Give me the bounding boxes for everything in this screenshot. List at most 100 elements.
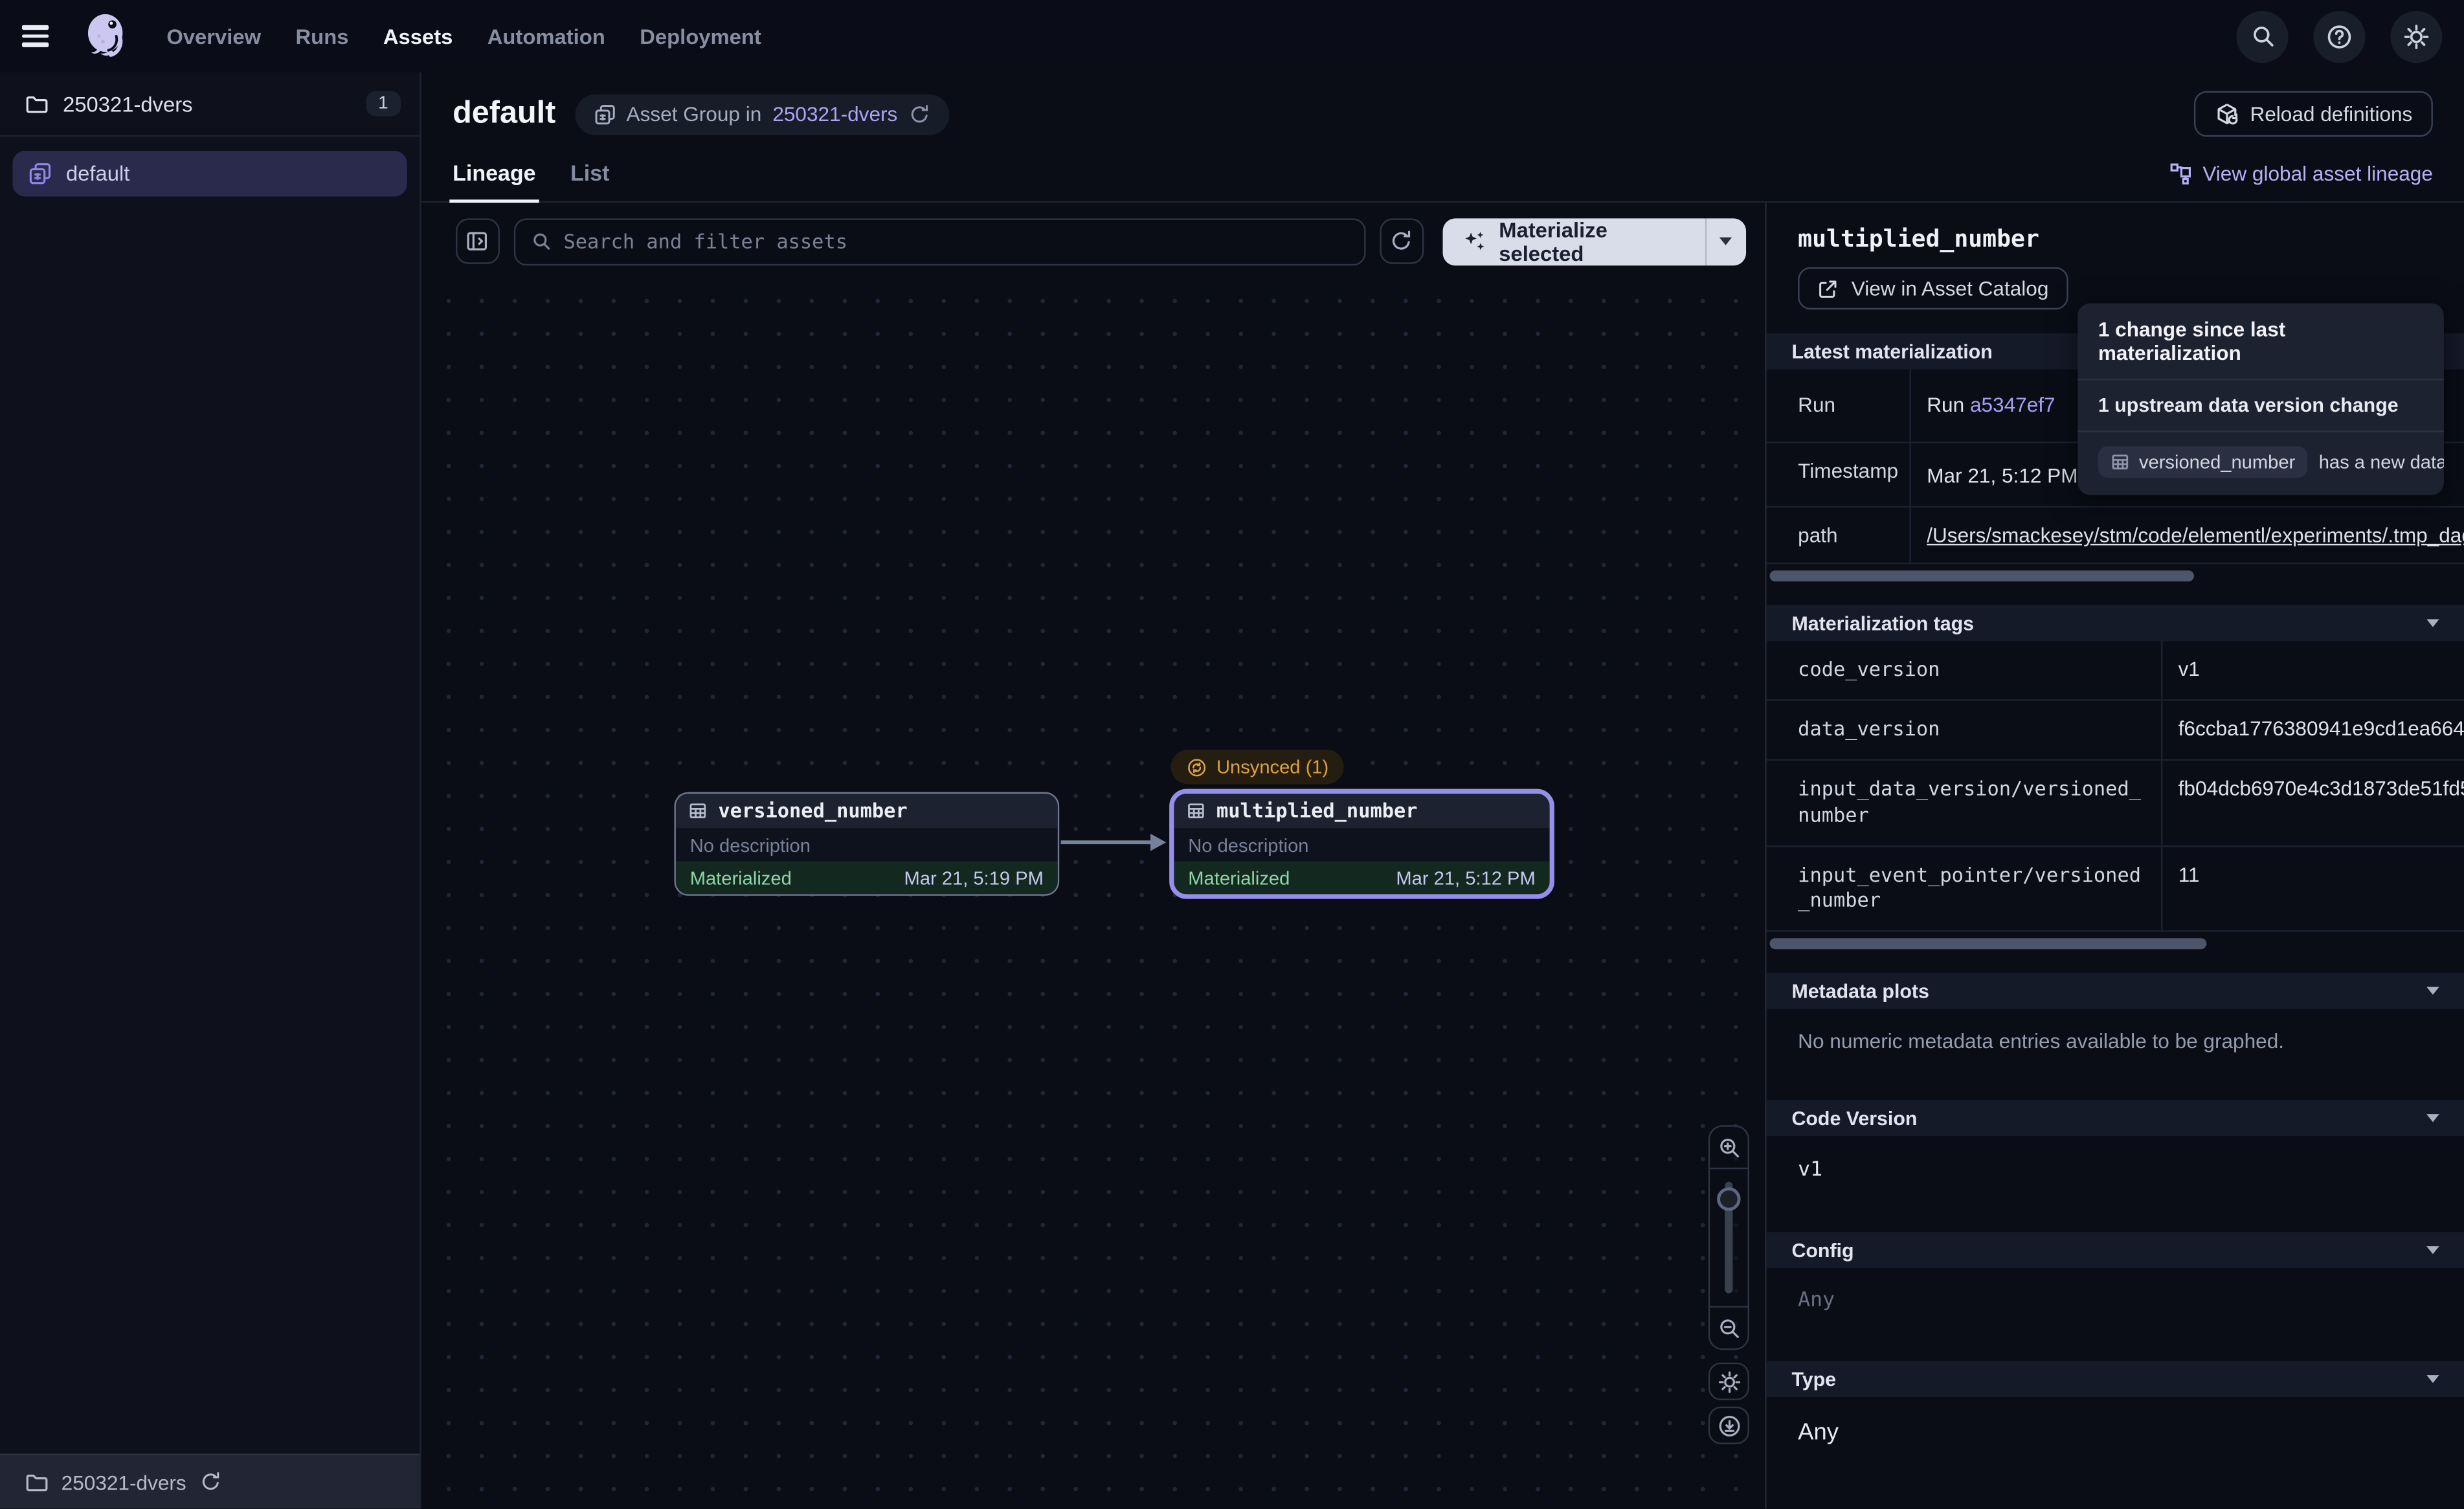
lineage-edge bbox=[1059, 830, 1169, 855]
zoom-controls bbox=[1708, 1125, 1749, 1350]
row-key: code_version bbox=[1767, 641, 2163, 699]
section-materialization-tags[interactable]: Materialization tags bbox=[1767, 605, 2464, 642]
gear-icon bbox=[1717, 1370, 1740, 1393]
type-value: Any bbox=[1767, 1398, 2464, 1471]
asset-group-badge[interactable]: Asset Group in 250321-dvers bbox=[574, 93, 949, 134]
zoom-slider[interactable] bbox=[1710, 1168, 1747, 1308]
search-input[interactable] bbox=[564, 229, 1349, 252]
sync-status-icon bbox=[1187, 757, 1207, 777]
view-in-catalog-label: View in Asset Catalog bbox=[1852, 276, 2049, 300]
node-title: versioned_number bbox=[718, 798, 907, 822]
tab-list[interactable]: List bbox=[570, 161, 609, 201]
main-area: default Asset Group in 250321-dvers bbox=[421, 73, 2464, 1509]
nav-item-automation[interactable]: Automation bbox=[487, 25, 605, 48]
row-value: f6ccba1776380941e9cd1ea66481d bbox=[2162, 700, 2464, 759]
table-row: code_version v1 bbox=[1767, 641, 2464, 700]
unsynced-badge[interactable]: Unsynced (1) bbox=[1171, 750, 1345, 784]
asset-node-versioned-number[interactable]: versioned_number No description Material… bbox=[674, 792, 1059, 896]
menu-icon[interactable] bbox=[22, 19, 56, 53]
materialize-dropdown-toggle[interactable] bbox=[1706, 218, 1746, 265]
nav-item-overview[interactable]: Overview bbox=[166, 25, 261, 48]
chevron-down-icon bbox=[2426, 1247, 2439, 1255]
chevron-down-icon bbox=[1719, 238, 1732, 245]
row-key: Timestamp bbox=[1767, 443, 1911, 506]
nav-item-runs[interactable]: Runs bbox=[296, 25, 349, 48]
section-type[interactable]: Type bbox=[1767, 1361, 2464, 1398]
asset-group-icon bbox=[594, 103, 616, 125]
download-graph-button[interactable] bbox=[1708, 1407, 1749, 1444]
nav-item-deployment[interactable]: Deployment bbox=[640, 25, 761, 48]
row-key: input_event_pointer/versioned_number bbox=[1767, 846, 2163, 930]
table-row: input_event_pointer/versioned_number 11 bbox=[1767, 846, 2464, 932]
horizontal-scrollbar[interactable] bbox=[1769, 570, 2193, 581]
code-version-value: v1 bbox=[1767, 1137, 2464, 1209]
zoom-slider-thumb[interactable] bbox=[1717, 1187, 1740, 1211]
table-icon bbox=[2111, 453, 2129, 471]
sidebar: 250321-dvers 1 default 250321-dvers bbox=[0, 73, 421, 1509]
zoom-out-button[interactable] bbox=[1710, 1308, 1747, 1348]
section-code-version[interactable]: Code Version bbox=[1767, 1101, 2464, 1137]
panel-asset-title: multiplied_number bbox=[1767, 203, 2464, 253]
download-icon bbox=[1717, 1414, 1740, 1437]
unsynced-label: Unsynced (1) bbox=[1216, 756, 1328, 778]
tooltip-subtitle: 1 upstream data version change bbox=[2098, 394, 2424, 416]
path-link[interactable]: /Users/smackesey/stm/code/elementl/exper… bbox=[1927, 523, 2464, 546]
view-in-asset-catalog-button[interactable]: View in Asset Catalog bbox=[1798, 267, 2067, 310]
graph-settings-button[interactable] bbox=[1708, 1363, 1749, 1400]
materialize-selected-button[interactable]: Materialize selected bbox=[1442, 218, 1746, 265]
reload-definitions-button[interactable]: Reload definitions bbox=[2193, 91, 2433, 137]
panel-expand-icon bbox=[465, 229, 489, 252]
table-row: data_version f6ccba1776380941e9cd1ea6648… bbox=[1767, 700, 2464, 760]
sidebar-item-default[interactable]: default bbox=[12, 151, 407, 196]
node-title: multiplied_number bbox=[1216, 798, 1418, 822]
table-row: path /Users/smackesey/stm/code/elementl/… bbox=[1767, 508, 2464, 564]
sidebar-group-250321-dvers[interactable]: 250321-dvers 1 bbox=[0, 73, 420, 137]
sidebar-footer[interactable]: 250321-dvers bbox=[0, 1454, 420, 1509]
refresh-assets-button[interactable] bbox=[1380, 218, 1424, 263]
section-heading: Config bbox=[1791, 1240, 2426, 1262]
materialize-label: Materialize selected bbox=[1499, 218, 1684, 265]
settings-button[interactable] bbox=[2390, 10, 2442, 62]
refresh-icon[interactable] bbox=[199, 1471, 221, 1493]
refresh-icon[interactable] bbox=[908, 103, 930, 125]
lineage-graph-icon bbox=[2168, 162, 2191, 185]
view-global-asset-lineage-link[interactable]: View global asset lineage bbox=[2168, 162, 2433, 201]
chevron-down-icon bbox=[2426, 1115, 2439, 1123]
reload-cube-icon bbox=[2214, 102, 2239, 127]
run-link[interactable]: a5347ef7 bbox=[1970, 393, 2055, 416]
collapse-panel-button[interactable] bbox=[456, 218, 499, 263]
row-value: v1 bbox=[2162, 641, 2464, 699]
sidebar-group-label: 250321-dvers bbox=[63, 92, 352, 115]
row-key: data_version bbox=[1767, 700, 2163, 759]
top-nav: Overview Runs Assets Automation Deployme… bbox=[0, 0, 2464, 73]
help-button[interactable] bbox=[2313, 10, 2365, 62]
search-button[interactable] bbox=[2236, 10, 2288, 62]
asset-chip-label: versioned_number bbox=[2139, 451, 2295, 473]
dagster-logo[interactable] bbox=[78, 10, 132, 63]
section-heading: Materialization tags bbox=[1791, 612, 2426, 634]
horizontal-scrollbar[interactable] bbox=[1769, 939, 2206, 950]
node-status: Materialized bbox=[690, 867, 792, 889]
zoom-in-button[interactable] bbox=[1710, 1127, 1747, 1168]
badge-group-link[interactable]: 250321-dvers bbox=[772, 102, 897, 126]
timestamp-value: Mar 21, 5:12 PM bbox=[1927, 463, 2078, 486]
lineage-canvas[interactable]: Unsynced (1) bbox=[421, 280, 1765, 1508]
tab-lineage[interactable]: Lineage bbox=[453, 161, 535, 201]
asset-node-multiplied-number[interactable]: multiplied_number No description Materia… bbox=[1169, 789, 1554, 899]
help-icon bbox=[2326, 23, 2353, 49]
section-metadata-plots[interactable]: Metadata plots bbox=[1767, 973, 2464, 1009]
search-icon bbox=[531, 231, 552, 252]
tabs-row: Lineage List View global asset lineage bbox=[421, 150, 2464, 203]
folder-icon bbox=[25, 92, 49, 115]
section-config[interactable]: Config bbox=[1767, 1233, 2464, 1269]
refresh-icon bbox=[1390, 229, 1413, 252]
gear-icon bbox=[2403, 23, 2430, 49]
metadata-plots-empty-message: No numeric metadata entries available to… bbox=[1767, 1009, 2464, 1077]
row-value: 11 bbox=[2162, 846, 2464, 930]
lineage-toolbar: Materialize selected bbox=[421, 203, 1765, 280]
sidebar-item-label: default bbox=[66, 162, 129, 185]
nav-item-assets[interactable]: Assets bbox=[383, 25, 453, 48]
row-key: path bbox=[1767, 508, 1911, 563]
node-description: No description bbox=[676, 827, 1058, 861]
section-heading: Type bbox=[1791, 1369, 2426, 1391]
